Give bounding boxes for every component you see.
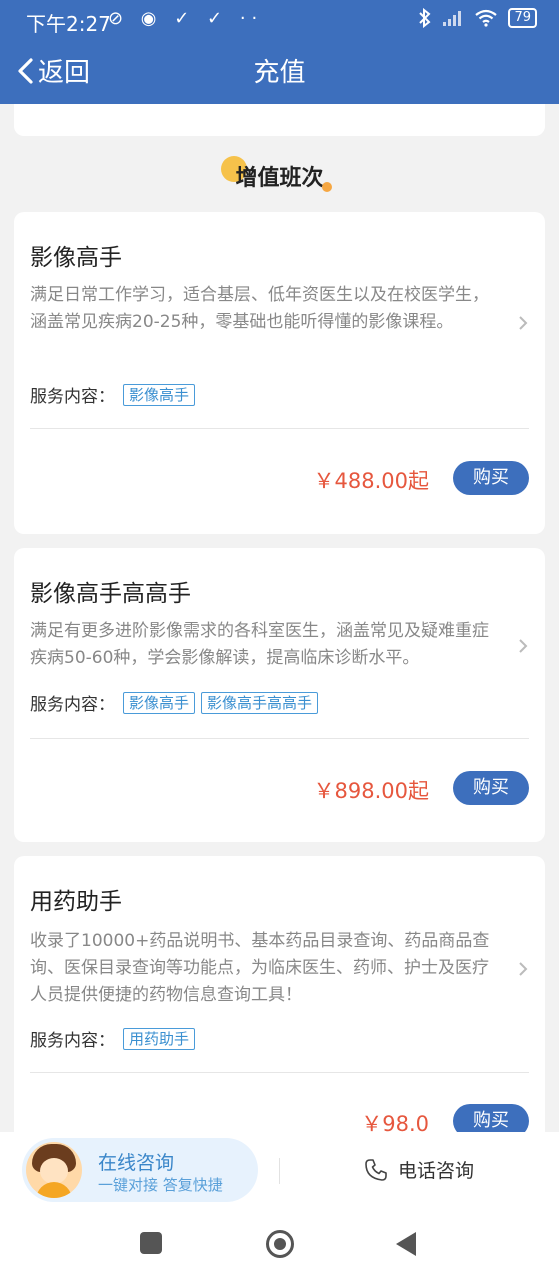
home-button[interactable] xyxy=(266,1230,294,1258)
service-row: 服务内容： 用药助手 xyxy=(30,1026,196,1051)
online-consult-title: 在线咨询 xyxy=(98,1152,175,1174)
content-scroll[interactable]: 增值班次 影像高手 满足日常工作学习，适合基层、低年资医生以及在校医学生，涵盖常… xyxy=(0,104,559,1132)
chevron-right-icon xyxy=(519,316,528,330)
service-tag: 影像高手高高手 xyxy=(201,691,319,714)
divider xyxy=(30,428,529,429)
product-desc: 满足有更多进阶影像需求的各科室医生，涵盖常见及疑难重症疾病50-60种，学会影像… xyxy=(30,621,489,668)
system-back-button[interactable] xyxy=(396,1232,416,1256)
product-price: ￥98.0 xyxy=(361,1112,429,1132)
product-desc: 满足日常工作学习，适合基层、低年资医生以及在校医学生，涵盖常见疾病20-25种，… xyxy=(30,285,489,332)
top-header: 下午2:27 ⊘ ◉ ✓ ✓ ·· 79 返回 充值 xyxy=(0,0,559,104)
notification-icons: ⊘ ◉ ✓ ✓ ·· xyxy=(108,8,264,29)
service-label: 服务内容： xyxy=(30,695,115,715)
status-right-icons: 79 xyxy=(418,8,537,28)
service-row: 服务内容： 影像高手 xyxy=(30,382,196,407)
product-card[interactable]: 影像高手 满足日常工作学习，适合基层、低年资医生以及在校医学生，涵盖常见疾病20… xyxy=(14,212,545,534)
buy-button[interactable]: 购买 xyxy=(453,1104,529,1132)
buy-button[interactable]: 购买 xyxy=(453,771,529,805)
product-card[interactable]: 影像高手高高手 满足有更多进阶影像需求的各科室医生，涵盖常见及疑难重症疾病50-… xyxy=(14,548,545,842)
phone-consult-label: 电话咨询 xyxy=(398,1160,475,1182)
product-name: 影像高手高高手 xyxy=(30,581,191,607)
chevron-right-icon xyxy=(519,962,528,976)
product-price: ￥488.00起 xyxy=(313,469,429,493)
service-tag: 影像高手 xyxy=(123,691,196,714)
system-nav-bar xyxy=(0,1210,559,1280)
product-name: 影像高手 xyxy=(30,245,122,271)
bluetooth-icon xyxy=(419,8,431,28)
status-bar: 下午2:27 ⊘ ◉ ✓ ✓ ·· 79 xyxy=(0,0,559,40)
recents-button[interactable] xyxy=(140,1232,162,1254)
divider xyxy=(30,738,529,739)
dot-decoration xyxy=(321,182,332,192)
service-row: 服务内容： 影像高手 影像高手高高手 xyxy=(30,690,319,715)
service-tag: 影像高手 xyxy=(123,383,196,406)
service-label: 服务内容： xyxy=(30,387,115,407)
product-name: 用药助手 xyxy=(30,889,122,915)
product-desc: 收录了10000+药品说明书、基本药品目录查询、药品商品查询、医保目录查询等功能… xyxy=(30,931,490,1005)
page-title: 充值 xyxy=(253,58,306,88)
product-price: ￥898.00起 xyxy=(313,779,429,803)
wifi-icon xyxy=(475,9,498,27)
consult-bar: 在线咨询 一键对接 答复快捷 电话咨询 xyxy=(0,1132,559,1210)
service-label: 服务内容： xyxy=(30,1031,115,1051)
buy-button[interactable]: 购买 xyxy=(453,461,529,495)
previous-card xyxy=(14,104,545,136)
avatar xyxy=(26,1142,82,1198)
phone-consult-button[interactable]: 电话咨询 xyxy=(364,1156,474,1183)
chevron-right-icon xyxy=(519,639,528,653)
phone-icon xyxy=(365,1158,387,1181)
product-card[interactable]: 用药助手 收录了10000+药品说明书、基本药品目录查询、药品商品查询、医保目录… xyxy=(14,856,545,1132)
divider xyxy=(279,1158,280,1184)
section-header: 增值班次 xyxy=(0,156,559,192)
online-consult-button[interactable]: 在线咨询 一键对接 答复快捷 xyxy=(22,1138,258,1202)
divider xyxy=(30,1072,529,1073)
service-tag: 用药助手 xyxy=(123,1027,196,1050)
battery-icon: 79 xyxy=(508,8,537,28)
status-time: 下午2:27 xyxy=(26,12,111,36)
cell-signal-icon xyxy=(443,11,462,26)
section-title: 增值班次 xyxy=(235,166,324,191)
online-consult-subtitle: 一键对接 答复快捷 xyxy=(98,1176,223,1194)
